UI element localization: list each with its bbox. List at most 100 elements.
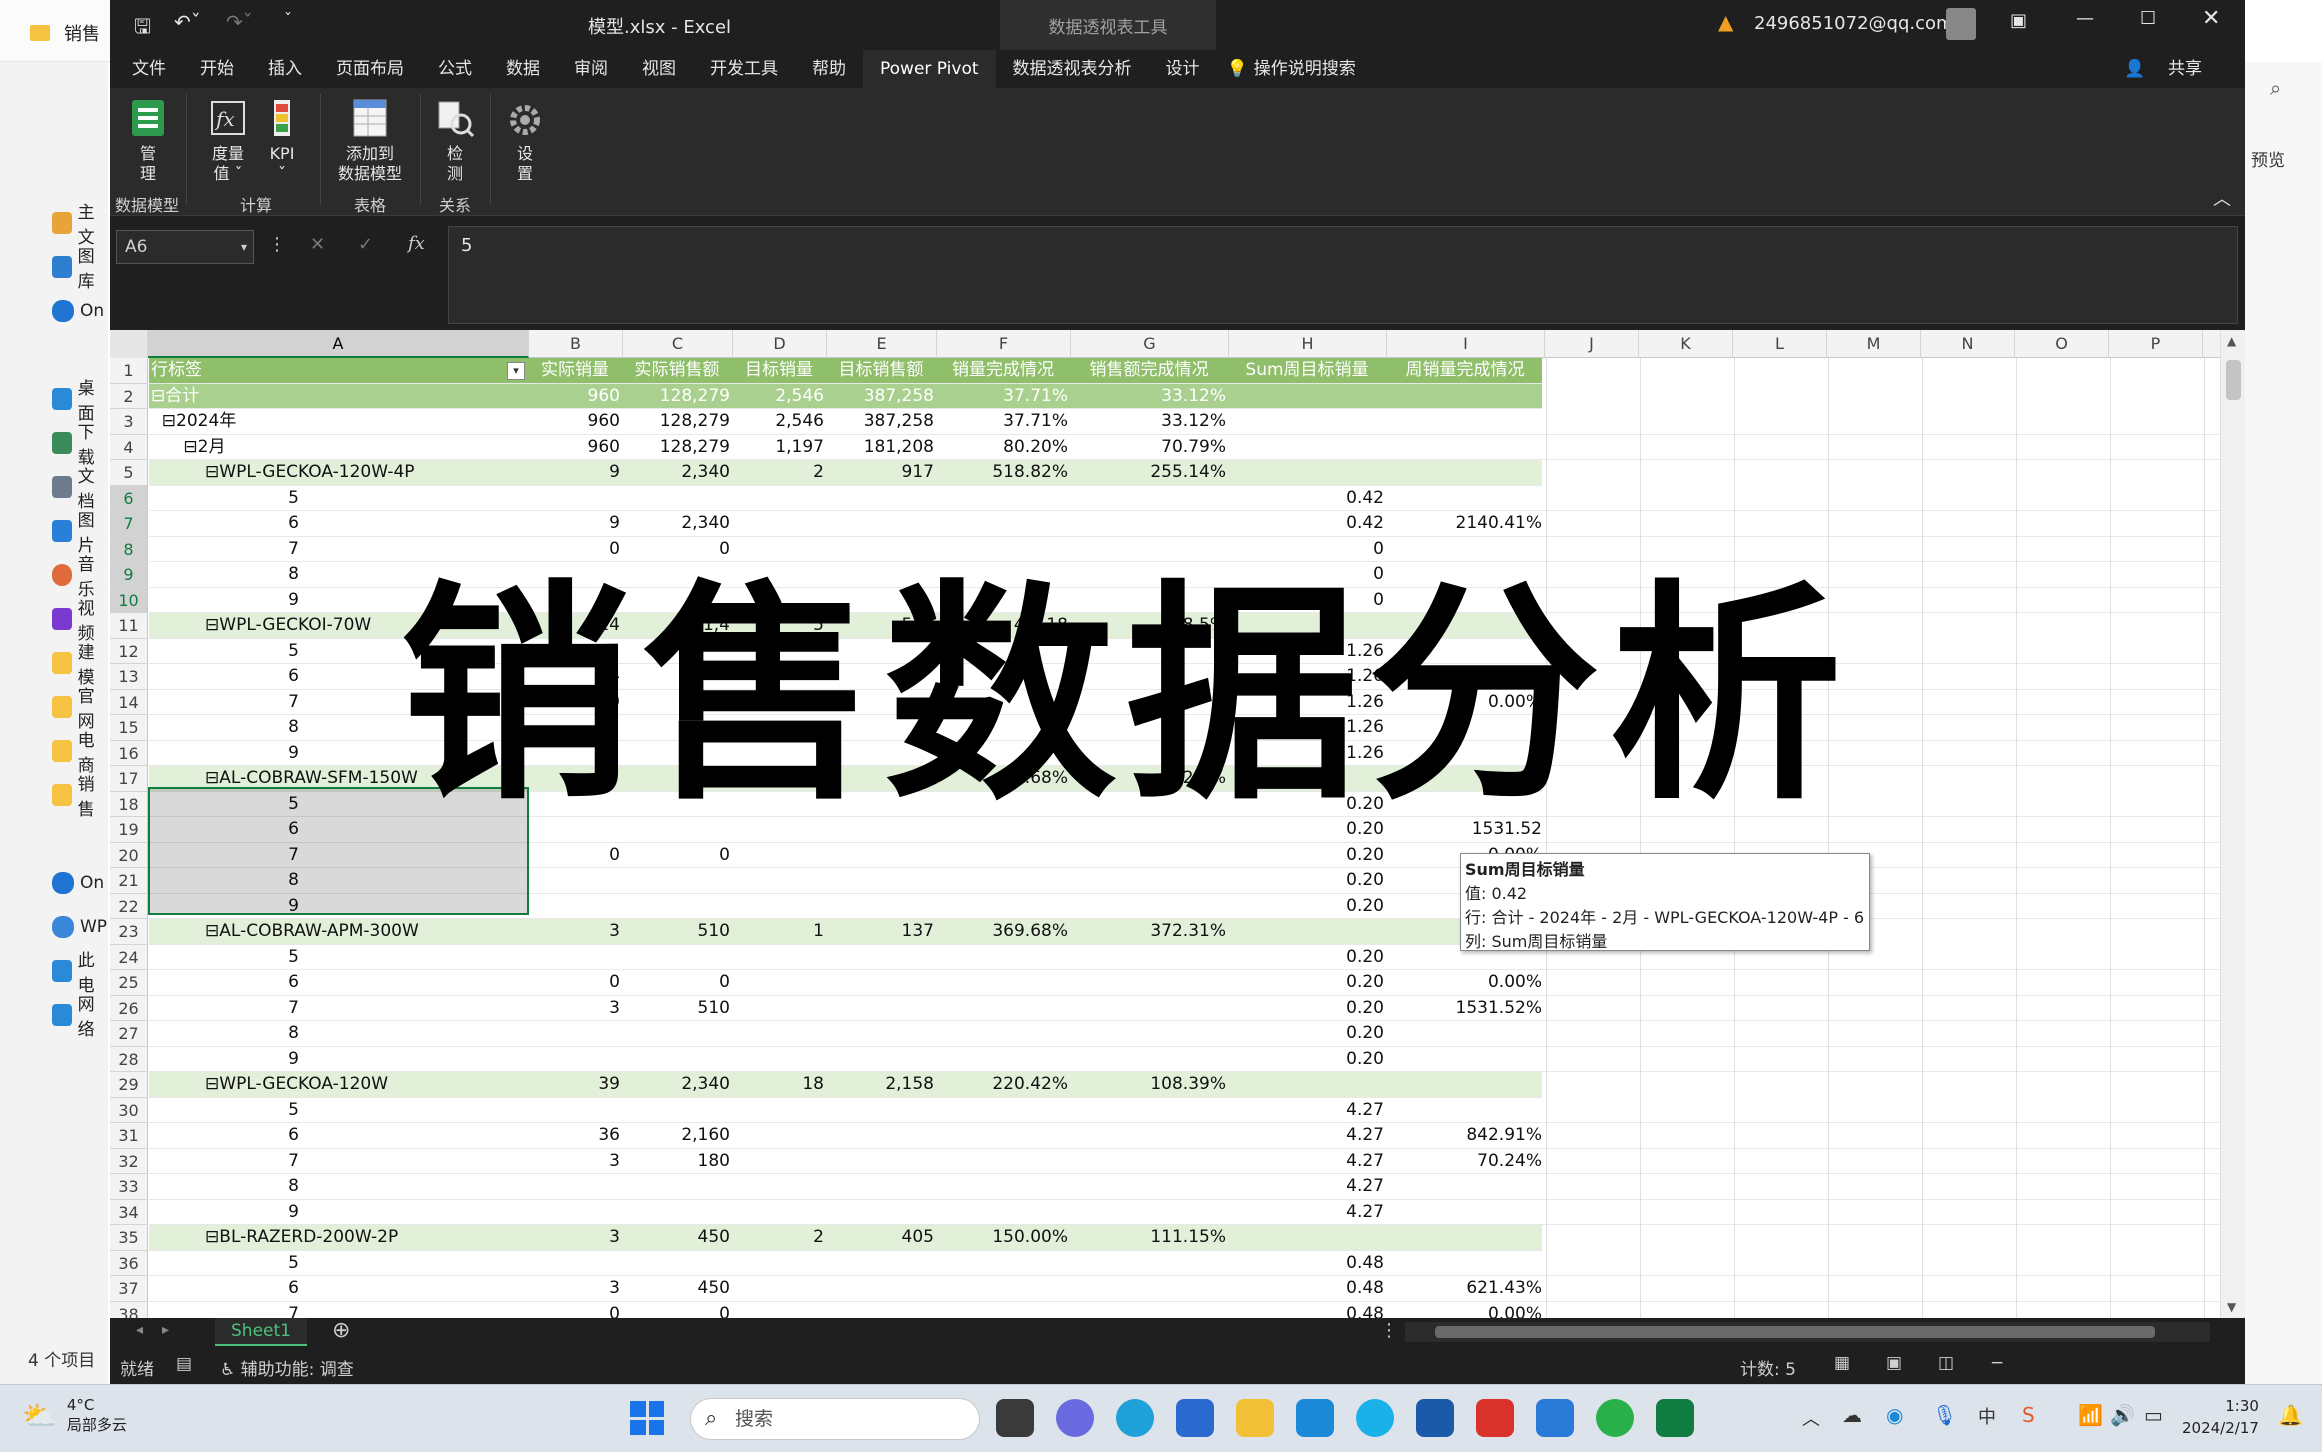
row-header[interactable]: 3 (110, 409, 148, 435)
scroll-up-icon[interactable]: ▲ (2227, 334, 2236, 348)
cell-f[interactable]: 销量完成情况 (938, 358, 1068, 383)
cell-f[interactable] (938, 511, 1068, 536)
tell-me-search[interactable]: 操作说明搜索 (1254, 50, 1373, 88)
column-header-o[interactable]: O (2015, 330, 2109, 358)
nav-item-folder[interactable]: 销售 (52, 775, 108, 820)
vertical-scrollbar[interactable]: ▲ ▼ (2220, 330, 2245, 1318)
nav-item-network[interactable]: 网络 (52, 995, 108, 1040)
cell-d[interactable] (734, 868, 824, 893)
cell-g[interactable] (1072, 1200, 1226, 1225)
nav-item-music[interactable]: 音乐 (52, 555, 108, 600)
tab-review[interactable]: 审阅 (557, 50, 625, 88)
app-icon[interactable] (1536, 1399, 1574, 1437)
share-button[interactable]: 👤 共享 (2107, 50, 2245, 88)
cell-f[interactable] (938, 1276, 1068, 1301)
save-icon[interactable]: 🖫 (134, 12, 151, 46)
cell-e[interactable] (828, 486, 934, 511)
column-header-f[interactable]: F (937, 330, 1071, 358)
cell-h[interactable] (1230, 919, 1384, 944)
cell-a[interactable]: 8 (149, 1021, 299, 1046)
cell-a[interactable]: 8 (149, 562, 299, 587)
detect-button[interactable]: 检 测 (428, 96, 482, 184)
cell-f[interactable] (938, 1149, 1068, 1174)
cell-i[interactable] (1388, 1225, 1542, 1250)
cell-g[interactable] (1072, 1021, 1226, 1046)
redo-icon[interactable]: ↷ˇ (226, 10, 253, 34)
cell-f[interactable] (938, 1302, 1068, 1319)
cell-a[interactable]: 6 (149, 1276, 299, 1301)
sheet-tab-sheet1[interactable]: Sheet1 (215, 1318, 307, 1346)
cell-d[interactable]: 2,546 (734, 384, 824, 409)
cell-a[interactable]: 8 (149, 1174, 299, 1199)
cell-a[interactable]: ⊟2024年 (149, 409, 529, 434)
search-icon[interactable]: ⌕ (2270, 76, 2281, 100)
cell-b[interactable]: 0 (530, 843, 620, 868)
row-header[interactable]: 36 (110, 1250, 148, 1276)
cell-b[interactable]: 3 (530, 996, 620, 1021)
row-header[interactable]: 9 (110, 562, 148, 588)
cell-a[interactable]: 5 (149, 945, 299, 970)
cell-b[interactable]: 9 (530, 460, 620, 485)
cell-c[interactable]: 2,340 (624, 1072, 730, 1097)
enter-icon[interactable]: ✓ (358, 234, 373, 255)
accessibility-status[interactable]: ♿ 辅助功能: 调查 (220, 1355, 354, 1380)
preview-label[interactable]: 预览 (2251, 146, 2285, 171)
notification-icon[interactable]: 🔔 (2278, 1403, 2303, 1427)
cell-e[interactable]: 137 (828, 919, 934, 944)
cell-f[interactable] (938, 945, 1068, 970)
cell-c[interactable]: 2,340 (624, 511, 730, 536)
cell-f[interactable] (938, 894, 1068, 919)
cell-d[interactable] (734, 1276, 824, 1301)
row-header[interactable]: 30 (110, 1097, 148, 1123)
cell-h[interactable]: 0.48 (1230, 1251, 1384, 1276)
cell-d[interactable] (734, 945, 824, 970)
cell-a[interactable]: 9 (149, 588, 299, 613)
row-header[interactable]: 18 (110, 791, 148, 817)
cell-b[interactable] (530, 1021, 620, 1046)
cell-f[interactable] (938, 868, 1068, 893)
warning-icon[interactable]: ▲ (1718, 10, 1733, 34)
row-header[interactable]: 29 (110, 1072, 148, 1098)
nav-item-videos[interactable]: 视频 (52, 599, 108, 644)
wechat-icon[interactable] (1596, 1399, 1634, 1437)
cell-b[interactable]: 0 (530, 537, 620, 562)
cell-d[interactable]: 目标销量 (734, 358, 824, 383)
cell-f[interactable] (938, 1200, 1068, 1225)
undo-icon[interactable]: ↶ˇ (174, 10, 201, 34)
cell-c[interactable]: 2,340 (624, 460, 730, 485)
cell-h[interactable]: 0.20 (1230, 1047, 1384, 1072)
cell-e[interactable]: 405 (828, 1225, 934, 1250)
cell-e[interactable] (828, 537, 934, 562)
wifi-icon[interactable]: 📶 (2078, 1403, 2103, 1427)
cell-g[interactable] (1072, 1149, 1226, 1174)
row-header[interactable]: 33 (110, 1174, 148, 1200)
cell-f[interactable] (938, 843, 1068, 868)
cell-h[interactable]: 0.48 (1230, 1276, 1384, 1301)
row-header[interactable]: 15 (110, 715, 148, 741)
cell-h[interactable] (1230, 1225, 1384, 1250)
cell-f[interactable] (938, 1174, 1068, 1199)
cell-d[interactable] (734, 1251, 824, 1276)
sheet-nav-next-icon[interactable]: ▸ (162, 1322, 169, 1338)
name-box[interactable]: A6 ▾ (116, 230, 254, 264)
row-header[interactable]: 13 (110, 664, 148, 690)
scroll-down-icon[interactable]: ▼ (2227, 1300, 2236, 1314)
tab-pivot-analyze[interactable]: 数据透视表分析 (996, 50, 1149, 88)
cell-a[interactable]: 6 (149, 970, 299, 995)
row-header[interactable]: 19 (110, 817, 148, 843)
cell-d[interactable] (734, 1149, 824, 1174)
cell-e[interactable] (828, 1021, 934, 1046)
measure-button[interactable]: fx 度量 值 ˇ (200, 96, 256, 184)
cell-g[interactable]: 255.14% (1072, 460, 1226, 485)
cell-e[interactable] (828, 1149, 934, 1174)
formula-input[interactable]: 5 (448, 226, 2238, 324)
cell-f[interactable]: 220.42% (938, 1072, 1068, 1097)
cell-b[interactable] (530, 486, 620, 511)
cell-e[interactable]: 2,158 (828, 1072, 934, 1097)
onedrive-icon[interactable]: ☁ (1842, 1403, 1862, 1427)
cell-c[interactable] (624, 868, 730, 893)
row-header[interactable]: 8 (110, 536, 148, 562)
cell-e[interactable] (828, 868, 934, 893)
battery-icon[interactable]: ▭ (2144, 1403, 2163, 1427)
cell-d[interactable] (734, 843, 824, 868)
